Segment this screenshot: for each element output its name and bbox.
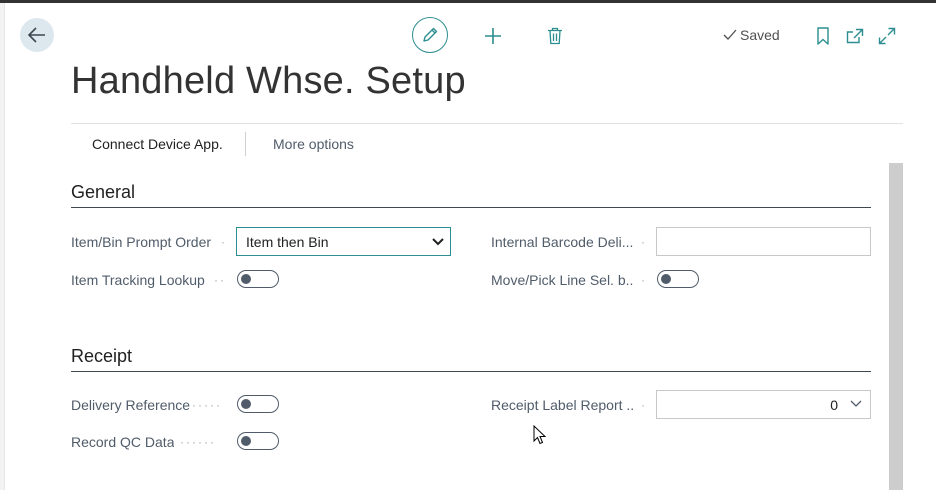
toggle-knob [661,274,671,284]
record-qc-data-label: Record QC Data [71,434,175,450]
page-title: Handheld Whse. Setup [71,60,466,102]
leader-dots: ·· [214,273,226,287]
action-separator [245,132,246,156]
action-bar: Connect Device App. More options [71,123,903,164]
item-bin-prompt-order-label: Item/Bin Prompt Order [71,234,212,250]
popout-icon [846,28,864,44]
item-tracking-lookup-toggle[interactable] [237,270,279,288]
internal-barcode-input[interactable] [656,227,871,256]
leader-dots: · [641,398,647,412]
checkmark-icon [723,29,737,40]
receipt-label-report-value: 0 [830,397,838,413]
vertical-scrollbar[interactable] [889,163,903,490]
delete-button[interactable] [544,25,566,47]
expand-icon [878,27,896,45]
internal-barcode-label: Internal Barcode Deli... [491,234,633,250]
toggle-knob [241,399,251,409]
section-title-general[interactable]: General [71,182,135,203]
more-options-action[interactable]: More options [273,136,354,152]
receipt-label-report-label: Receipt Label Report ... [491,397,633,413]
leader-dots: ····· [192,398,222,412]
move-pick-line-label: Move/Pick Line Sel. b... [491,272,633,288]
section-divider-general [71,207,871,208]
chevron-down-icon [432,238,444,246]
item-bin-prompt-order-value: Item then Bin [246,234,329,250]
add-button[interactable] [482,25,504,47]
background-page-edge [0,3,5,490]
toggle-knob [241,274,251,284]
leader-dots: ······ [180,435,216,449]
back-button[interactable] [20,18,54,52]
chevron-down-icon[interactable] [848,396,864,412]
edit-button[interactable] [412,17,448,53]
pencil-icon [423,27,438,42]
item-bin-prompt-order-select[interactable]: Item then Bin [236,227,451,256]
expand-button[interactable] [877,26,897,46]
mouse-pointer-icon [533,425,547,445]
leader-dots: · [641,273,647,287]
delivery-reference-toggle[interactable] [237,395,279,413]
open-new-window-button[interactable] [845,26,865,46]
bookmark-icon [817,27,829,45]
item-tracking-lookup-label: Item Tracking Lookup [71,272,205,288]
arrow-left-icon [28,27,45,43]
leader-dots: · [641,235,647,249]
trash-icon [548,27,562,45]
window-top-border [0,0,936,3]
toggle-knob [241,436,251,446]
section-divider-receipt [71,371,871,372]
connect-device-app-action[interactable]: Connect Device App. [92,136,223,152]
receipt-label-report-lookup[interactable]: 0 [656,390,871,419]
section-title-receipt[interactable]: Receipt [71,346,132,367]
move-pick-line-toggle[interactable] [657,270,699,288]
leader-dots: · [221,235,227,249]
saved-status-label: Saved [740,27,780,43]
bookmark-button[interactable] [814,26,832,46]
record-qc-data-toggle[interactable] [237,432,279,450]
delivery-reference-label: Delivery Reference [71,397,191,413]
plus-icon [485,28,501,44]
saved-status: Saved [722,27,780,43]
